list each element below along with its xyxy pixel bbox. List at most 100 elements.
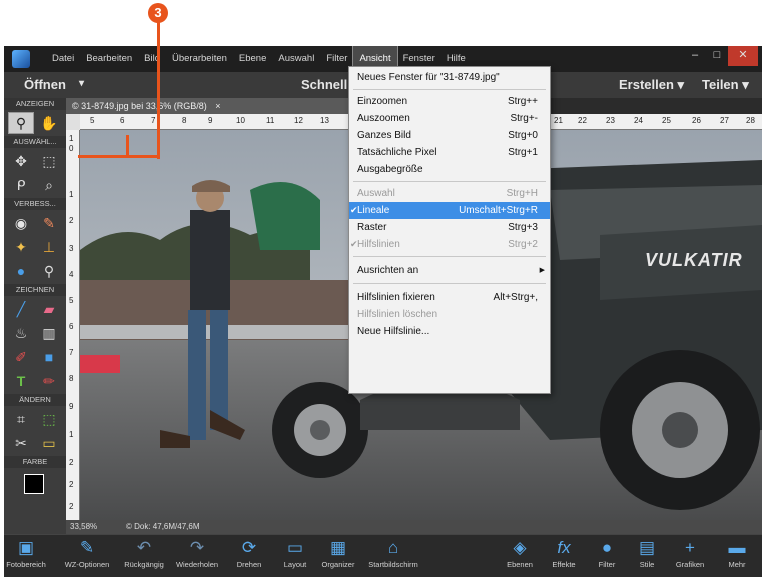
spot-healing-icon[interactable]: ✎: [36, 212, 62, 234]
graphics-button[interactable]: + Grafiken: [670, 535, 710, 577]
menu-bearbeiten[interactable]: Bearbeiten: [80, 46, 138, 72]
zoom-tool-icon[interactable]: ⚲: [8, 112, 34, 134]
straighten-tool-icon[interactable]: ▭: [36, 432, 62, 454]
ruler-tick: 2: [69, 502, 74, 511]
undo-button[interactable]: ↶ Rückgängig: [122, 535, 166, 577]
close-icon[interactable]: ✕: [728, 46, 758, 66]
menu-item-lock-guides[interactable]: Hilfslinien fixieren Alt+Strg+,: [349, 289, 550, 306]
content-aware-move-icon[interactable]: ✂: [8, 432, 34, 454]
menu-item-fit-screen[interactable]: Ganzes Bild Strg+0: [349, 127, 550, 144]
brush-tool-icon[interactable]: ╱: [8, 298, 34, 320]
section-label: FARBE: [4, 456, 66, 468]
menu-item-label: Auswahl: [357, 188, 395, 199]
plus-icon: +: [685, 538, 695, 557]
quick-selection-icon[interactable]: ⌕: [36, 174, 62, 196]
menu-item-grid[interactable]: Raster Strg+3: [349, 219, 550, 236]
minimize-icon[interactable]: –: [684, 46, 706, 66]
ruler-tick: 5: [90, 116, 95, 125]
paint-bucket-icon[interactable]: ♨: [8, 322, 34, 344]
red-eye-tool-icon[interactable]: ◉: [8, 212, 34, 234]
redo-icon: ↷: [189, 538, 205, 557]
ruler-tick: 22: [578, 116, 587, 125]
ruler-tick: 27: [720, 116, 729, 125]
menu-item-selection: Auswahl Strg+H: [349, 185, 550, 202]
create-button[interactable]: Erstellen ▾: [619, 77, 684, 93]
photo-bin-button[interactable]: ▣ Fotobereich: [6, 535, 46, 577]
crop-tool-icon[interactable]: ⌗: [8, 408, 34, 430]
home-screen-button[interactable]: ⌂ Startbildschirm: [360, 535, 426, 577]
blur-tool-icon[interactable]: ●: [8, 260, 34, 282]
effects-button[interactable]: fx Effekte: [544, 535, 584, 577]
dock-label: WZ-Optionen: [64, 560, 110, 569]
eyedropper-icon[interactable]: ✐: [8, 346, 34, 368]
layers-button[interactable]: ◈ Ebenen: [500, 535, 540, 577]
share-button[interactable]: Teilen ▾: [702, 77, 749, 93]
doc-size-text: Dok: 47,6M/47,6M: [134, 522, 200, 531]
zoom-level[interactable]: 33,58%: [70, 520, 97, 534]
callout-line: [157, 22, 160, 159]
move-tool-icon[interactable]: ✥: [8, 150, 34, 172]
checkmark-icon: ✔: [350, 239, 358, 249]
more-button[interactable]: ▬ Mehr: [720, 535, 754, 577]
ruler-tick: 1: [69, 430, 74, 439]
ruler-tick: 26: [692, 116, 701, 125]
menu-ebene[interactable]: Ebene: [233, 46, 272, 72]
ruler-tick: 7: [151, 116, 156, 125]
open-button[interactable]: Öffnen: [24, 77, 66, 92]
menu-datei[interactable]: Datei: [46, 46, 80, 72]
menu-item-snap-to[interactable]: Ausrichten an ▶: [349, 262, 550, 279]
layout-icon: ▭: [286, 538, 304, 557]
maximize-icon[interactable]: □: [706, 46, 728, 66]
status-bar: 33,58% © Dok: 47,6M/47,6M: [66, 520, 762, 534]
menu-item-label: Hilfslinien: [357, 239, 400, 250]
organizer-button[interactable]: ▦ Organizer: [318, 535, 358, 577]
menu-item-rulers[interactable]: ✔ Lineale Umschalt+Strg+R: [349, 202, 550, 219]
mode-quick-tab[interactable]: Schnell: [301, 77, 347, 92]
eraser-tool-icon[interactable]: ▰: [36, 298, 62, 320]
chevron-down-icon[interactable]: ▾: [79, 78, 84, 89]
menu-bild[interactable]: Bild: [138, 46, 166, 72]
ruler-tick: 8: [69, 374, 74, 383]
ruler-tick: 12: [294, 116, 303, 125]
layers-icon: ◈: [513, 538, 527, 557]
ruler-tick: 9: [69, 402, 74, 411]
menu-auswahl[interactable]: Auswahl: [272, 46, 320, 72]
menu-item-print-size[interactable]: Ausgabegröße: [349, 161, 550, 178]
sponge-tool-icon[interactable]: ⚲: [36, 260, 62, 282]
marquee-tool-icon[interactable]: ⬚: [36, 150, 62, 172]
smart-brush-icon[interactable]: ✦: [8, 236, 34, 258]
pencil-tool-icon[interactable]: ✏: [36, 370, 62, 392]
dock-label: Rückgängig: [124, 560, 164, 569]
ruler-tick: 13: [320, 116, 329, 125]
tool-panel: ANZEIGEN ⚲ ✋ AUSWÄHL... ✥ ⬚ ᑭ ⌕ VERBESS.…: [4, 98, 66, 536]
layout-button[interactable]: ▭ Layout: [278, 535, 312, 577]
ruler-tick: 10: [236, 116, 245, 125]
close-tab-icon[interactable]: ×: [215, 101, 220, 111]
text-tool-icon[interactable]: T: [8, 370, 34, 392]
hand-tool-icon[interactable]: ✋: [36, 112, 62, 134]
menu-item-actual-pixels[interactable]: Tatsächliche Pixel Strg+1: [349, 144, 550, 161]
menu-ueberarbeiten[interactable]: Überarbeiten: [166, 46, 233, 72]
filter-button[interactable]: ● Filter: [590, 535, 624, 577]
menu-item-zoom-in[interactable]: Einzoomen Strg++: [349, 93, 550, 110]
redo-button[interactable]: ↷ Wiederholen: [172, 535, 222, 577]
recompose-tool-icon[interactable]: ⬚: [36, 408, 62, 430]
tool-options-button[interactable]: ✎ WZ-Optionen: [64, 535, 110, 577]
foreground-color-swatch[interactable]: [24, 474, 44, 494]
menu-item-new-window[interactable]: Neues Fenster für "31-8749.jpg": [349, 69, 550, 86]
menu-item-new-guide[interactable]: Neue Hilfslinie...: [349, 323, 550, 340]
shape-tool-icon[interactable]: ■: [36, 346, 62, 368]
menu-item-shortcut: Umschalt+Strg+R: [459, 205, 538, 216]
menu-item-zoom-out[interactable]: Auszoomen Strg+-: [349, 110, 550, 127]
car-lettering: VULKATIR: [645, 250, 743, 270]
lasso-tool-icon[interactable]: ᑭ: [8, 174, 34, 196]
document-tab[interactable]: © 31-8749.jpg bei 33,6% (RGB/8) ×: [66, 98, 352, 114]
gradient-tool-icon[interactable]: ▥: [36, 322, 62, 344]
clone-stamp-icon[interactable]: ⊥: [36, 236, 62, 258]
app-window: Datei Bearbeiten Bild Überarbeiten Ebene…: [4, 46, 762, 577]
ruler-tick: 25: [662, 116, 671, 125]
menu-divider: [353, 181, 546, 182]
view-menu-dropdown: Neues Fenster für "31-8749.jpg" Einzoome…: [348, 66, 551, 394]
styles-button[interactable]: ▤ Stile: [630, 535, 664, 577]
rotate-button[interactable]: ⟳ Drehen: [232, 535, 266, 577]
